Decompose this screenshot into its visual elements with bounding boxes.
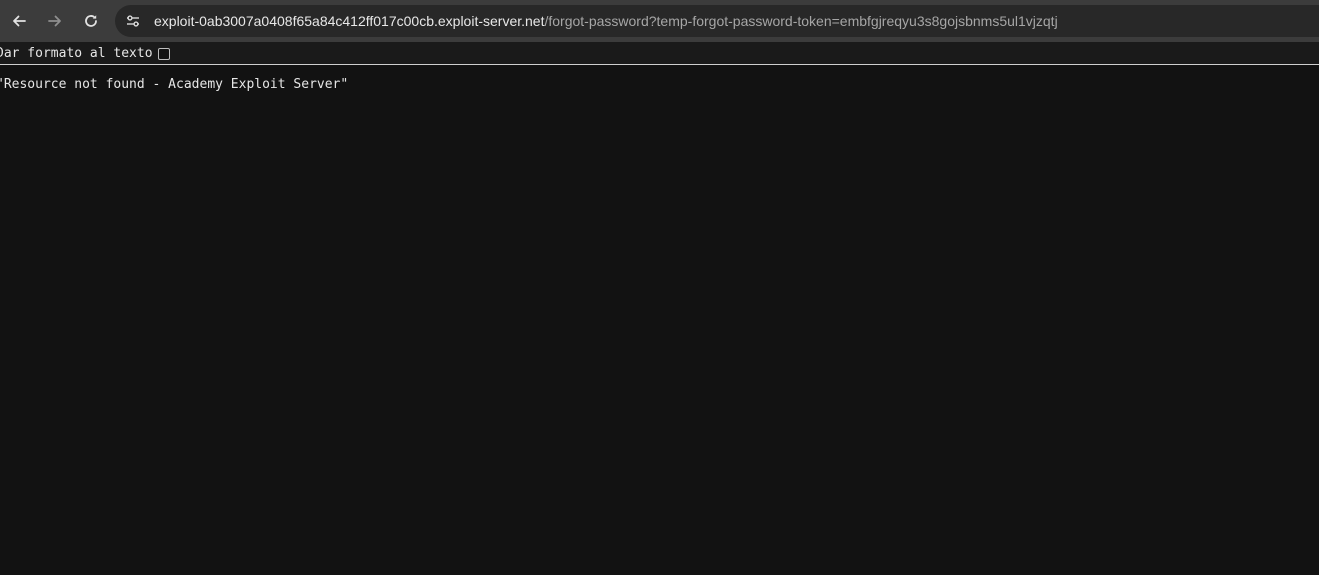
tune-icon [127,15,139,27]
address-bar[interactable]: exploit-0ab3007a0408f65a84c412ff017c00cb… [115,5,1319,37]
back-button[interactable] [5,7,33,35]
browser-toolbar: exploit-0ab3007a0408f65a84c412ff017c00cb… [0,0,1319,42]
url-text[interactable]: exploit-0ab3007a0408f65a84c412ff017c00cb… [154,12,1058,30]
reload-icon [85,15,97,27]
page-body-text: "Resource not found - Academy Exploit Se… [0,77,349,92]
forward-button[interactable] [41,7,69,35]
pretty-print-checkbox[interactable] [158,48,170,60]
pretty-print-bar: Dar formato al texto [0,42,1319,65]
site-info-button[interactable] [123,11,143,31]
reload-button[interactable] [77,7,105,35]
url-path: /forgot-password?temp-forgot-password-to… [544,13,1058,29]
arrow-right-icon [48,15,61,27]
arrow-left-icon [13,15,26,27]
url-host: exploit-0ab3007a0408f65a84c412ff017c00cb… [154,13,545,29]
pretty-print-label: Dar formato al texto [0,46,153,61]
